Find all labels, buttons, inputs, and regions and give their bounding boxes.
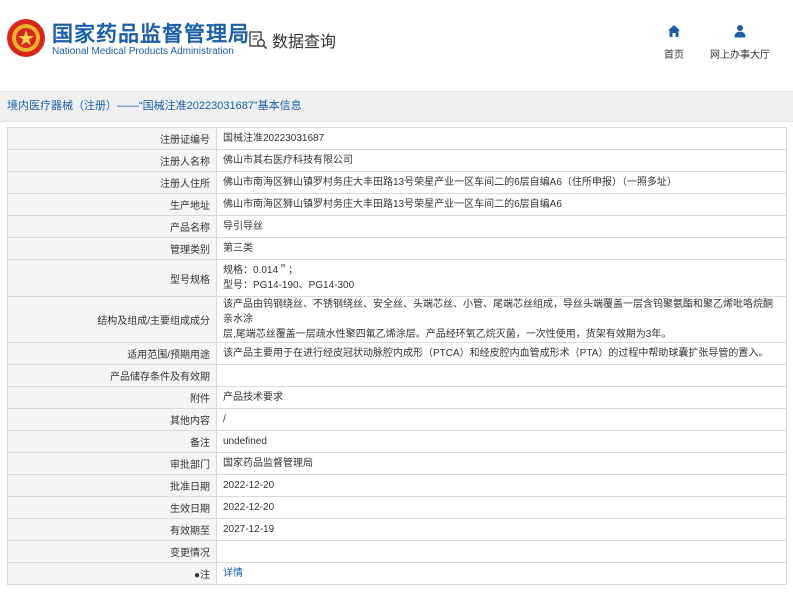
row-label: 其他内容 — [7, 408, 217, 431]
row-value: undefined — [216, 430, 787, 453]
table-row: 批准日期 2022-12-20 — [7, 474, 787, 497]
nav-online-hall-label: 网上办事大厅 — [710, 50, 770, 61]
row-label: 批准日期 — [7, 474, 217, 497]
registration-info-table: 注册证编号 国械注准20223031687 注册人名称 佛山市其右医疗科技有限公… — [7, 127, 787, 585]
row-value — [216, 540, 787, 563]
table-row: 型号规格 规格：0.014＂； 型号：PG14-190、PG14-300 — [7, 259, 787, 297]
row-label: 审批部门 — [7, 452, 217, 475]
row-label: 备注 — [7, 430, 217, 453]
row-value: 佛山市南海区狮山镇罗村务庄大丰田路13号荣星产业一区车间二的6层自编A6 — [216, 193, 787, 216]
row-value: 产品技术要求 — [216, 386, 787, 409]
table-row: 有效期至 2027-12-19 — [7, 518, 787, 541]
row-label: 注册证编号 — [7, 127, 217, 150]
table-row: ●注 详情 — [7, 562, 787, 585]
row-label: 管理类别 — [7, 237, 217, 260]
row-label: 有效期至 — [7, 518, 217, 541]
table-row: 变更情况 — [7, 540, 787, 563]
row-value: 第三类 — [216, 237, 787, 260]
row-label: 注册人名称 — [7, 149, 217, 172]
row-label: 型号规格 — [7, 259, 217, 297]
breadcrumb: 境内医疗器械（注册）——“国械注准20223031687”基本信息 — [0, 91, 793, 122]
row-value: 详情 — [216, 562, 787, 585]
row-value-line: 层,尾端芯丝覆盖一层疏水性聚四氟乙烯涂层。产品经环氧乙烷灭菌，一次性使用，货架有… — [223, 329, 672, 340]
row-label: 结构及组成/主要组成成分 — [7, 296, 217, 343]
row-value: 该产品由钨钢绕丝、不锈钢绕丝、安全丝、头端芯丝、小管、尾端芯丝组成，导丝头端覆盖… — [216, 296, 787, 343]
nav-online-hall[interactable]: 网上办事大厅 — [700, 24, 780, 61]
row-value-line: 型号：PG14-190、PG14-300 — [223, 280, 355, 291]
table-row: 注册人住所 佛山市南海区狮山镇罗村务庄大丰田路13号荣星产业一区车间二的6层自编… — [7, 171, 787, 194]
table-row: 备注 undefined — [7, 430, 787, 453]
table-row: 产品储存条件及有效期 — [7, 364, 787, 387]
row-value: / — [216, 408, 787, 431]
table-row: 附件 产品技术要求 — [7, 386, 787, 409]
table-row: 生产地址 佛山市南海区狮山镇罗村务庄大丰田路13号荣星产业一区车间二的6层自编A… — [7, 193, 787, 216]
row-label: 生效日期 — [7, 496, 217, 519]
row-value: 国家药品监督管理局 — [216, 452, 787, 475]
row-value-line: 该产品由钨钢绕丝、不锈钢绕丝、安全丝、头端芯丝、小管、尾端芯丝组成，导丝头端覆盖… — [223, 299, 773, 325]
row-value: 该产品主要用于在进行经皮冠状动脉腔内成形（PTCA）和经皮腔内血管成形术（PTA… — [216, 342, 787, 365]
table-row: 注册证编号 国械注准20223031687 — [7, 127, 787, 150]
row-value: 2022-12-20 — [216, 496, 787, 519]
row-value: 2022-12-20 — [216, 474, 787, 497]
row-label: 产品储存条件及有效期 — [7, 364, 217, 387]
user-icon — [734, 25, 746, 38]
data-query-link[interactable]: 数据查询 — [248, 29, 336, 51]
table-row: 适用范围/预期用途 该产品主要用于在进行经皮冠状动脉腔内成形（PTCA）和经皮腔… — [7, 342, 787, 365]
row-value: 佛山市南海区狮山镇罗村务庄大丰田路13号荣星产业一区车间二的6层自编A6（住所申… — [216, 171, 787, 194]
document-search-icon — [249, 31, 268, 50]
row-label: 附件 — [7, 386, 217, 409]
home-icon — [668, 25, 680, 37]
row-value: 佛山市其右医疗科技有限公司 — [216, 149, 787, 172]
breadcrumb-text: 境内医疗器械（注册）——“国械注准20223031687”基本信息 — [7, 100, 302, 112]
table-row: 结构及组成/主要组成成分 该产品由钨钢绕丝、不锈钢绕丝、安全丝、头端芯丝、小管、… — [7, 296, 787, 343]
row-value: 国械注准20223031687 — [216, 127, 787, 150]
details-link[interactable]: 详情 — [223, 568, 243, 579]
table-row: 注册人名称 佛山市其右医疗科技有限公司 — [7, 149, 787, 172]
row-value — [216, 364, 787, 387]
table-row: 其他内容 / — [7, 408, 787, 431]
row-value: 2027-12-19 — [216, 518, 787, 541]
nmpa-emblem-icon — [7, 19, 45, 57]
table-row: 管理类别 第三类 — [7, 237, 787, 260]
brand-title-cn: 国家药品监督管理局 — [52, 23, 250, 46]
row-label: 变更情况 — [7, 540, 217, 563]
row-label: 适用范围/预期用途 — [7, 342, 217, 365]
table-row: 产品名称 导引导丝 — [7, 215, 787, 238]
row-label: 注册人住所 — [7, 171, 217, 194]
row-label: 生产地址 — [7, 193, 217, 216]
row-value: 导引导丝 — [216, 215, 787, 238]
site-header: 国家药品监督管理局 National Medical Products Admi… — [0, 0, 793, 82]
brand-title-en: National Medical Products Administration — [52, 46, 234, 57]
row-value-line: 规格：0.014＂； — [223, 265, 299, 276]
row-value: 规格：0.014＂； 型号：PG14-190、PG14-300 — [216, 259, 787, 297]
row-label: 产品名称 — [7, 215, 217, 238]
table-row: 审批部门 国家药品监督管理局 — [7, 452, 787, 475]
row-label: ●注 — [7, 562, 217, 585]
table-row: 生效日期 2022-12-20 — [7, 496, 787, 519]
data-query-label: 数据查询 — [272, 34, 337, 51]
